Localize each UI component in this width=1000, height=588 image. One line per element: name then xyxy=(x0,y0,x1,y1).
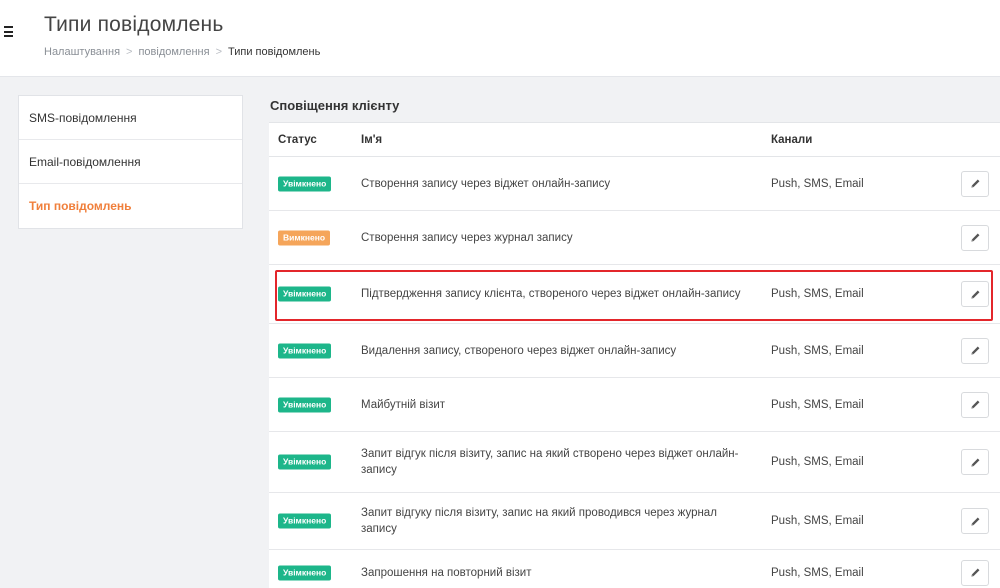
edit-button[interactable] xyxy=(961,224,989,251)
notification-name: Підтвердження запису клієнта, створеного… xyxy=(361,288,741,300)
breadcrumb-notifications[interactable]: повідомлення xyxy=(138,46,209,58)
table-row: Увімкнено Створення запису через віджет о… xyxy=(269,157,1000,211)
notification-channels: Push, SMS, Email xyxy=(771,515,864,527)
edit-button[interactable] xyxy=(961,337,989,364)
table-row: Увімкнено Запит відгук після візиту, запи… xyxy=(269,432,1000,493)
status-badge: Увімкнено xyxy=(278,176,332,191)
pencil-icon xyxy=(970,400,979,409)
table-row: Увімкнено Запрошення на повторний візит Pu… xyxy=(269,550,1000,588)
status-badge: Увімкнено xyxy=(278,513,332,529)
pencil-icon xyxy=(970,458,979,467)
section-title: Сповіщення клієнту xyxy=(270,98,400,113)
breadcrumb: Налаштування > повідомлення > Типи повідомле… xyxy=(44,46,320,58)
breadcrumb-current: Типи повідомлень xyxy=(228,46,321,58)
notification-channels: Push, SMS, Email xyxy=(771,177,864,190)
status-badge: Увімкнено xyxy=(278,397,332,412)
edit-button[interactable] xyxy=(961,559,989,586)
sidebar-item-email[interactable]: Email-повідомлення xyxy=(19,140,242,184)
hamburger-menu-icon[interactable] xyxy=(4,26,18,40)
pencil-icon xyxy=(970,517,979,526)
status-badge: Вимкнено xyxy=(278,230,331,245)
notification-name: Запрошення на повторний візит xyxy=(361,566,532,579)
page-header: Типи повідомлень Налаштування > повідомлен… xyxy=(0,0,1000,77)
edit-button[interactable] xyxy=(961,170,989,197)
sidebar-item-sms[interactable]: SMS-повідомлення xyxy=(19,96,242,140)
settings-sidebar: SMS-повідомлення Email-повідомлення Тип … xyxy=(18,95,243,229)
table-row: Увімкнено Підтвердження запису клієнта, с… xyxy=(269,265,1000,324)
table-row: Увімкнено Майбутній візит Push, SMS, Email xyxy=(269,378,1000,432)
notification-name: Створення запису через віджет онлайн-зап… xyxy=(361,177,611,190)
edit-button[interactable] xyxy=(961,508,989,534)
edit-button[interactable] xyxy=(961,281,989,307)
notification-channels: Push, SMS, Email xyxy=(771,288,864,300)
table-row: Увімкнено Запит відгуку після візиту, зап… xyxy=(269,493,1000,550)
notification-name: Майбутній візит xyxy=(361,398,446,411)
pencil-icon xyxy=(970,568,979,577)
notification-name: Видалення запису, створеного через відже… xyxy=(361,344,677,357)
edit-button[interactable] xyxy=(961,449,989,475)
column-header-channels: Канали xyxy=(771,134,813,146)
table-header: Статус Ім'я Канали xyxy=(269,123,1000,157)
notification-name: Запит відгуку після візиту, запис на яки… xyxy=(361,507,717,535)
pencil-icon xyxy=(970,290,979,299)
table-row: Увімкнено Видалення запису, створеного че… xyxy=(269,324,1000,378)
pencil-icon xyxy=(970,346,979,355)
status-badge: Увімкнено xyxy=(278,565,332,580)
page-title: Типи повідомлень xyxy=(44,13,224,36)
status-badge: Увімкнено xyxy=(278,286,332,302)
table-row: Вимкнено Створення запису через журнал за… xyxy=(269,211,1000,265)
notifications-table: Статус Ім'я Канали Увімкнено Створення за… xyxy=(269,122,1000,588)
pencil-icon xyxy=(970,179,979,188)
column-header-status: Статус xyxy=(278,134,317,146)
notification-name: Створення запису через журнал запису xyxy=(361,231,573,244)
notification-channels: Push, SMS, Email xyxy=(771,456,864,468)
table-body: Увімкнено Створення запису через віджет о… xyxy=(269,157,1000,588)
sidebar-item-notification-type[interactable]: Тип повідомлень xyxy=(19,184,242,228)
status-badge: Увімкнено xyxy=(278,343,332,358)
notification-channels: Push, SMS, Email xyxy=(771,344,864,357)
breadcrumb-separator: > xyxy=(126,46,133,58)
edit-button[interactable] xyxy=(961,391,989,418)
status-badge: Увімкнено xyxy=(278,454,332,470)
notification-channels: Push, SMS, Email xyxy=(771,566,864,579)
pencil-icon xyxy=(970,233,979,242)
notification-name: Запит відгук після візиту, запис на який… xyxy=(361,448,739,476)
notification-channels: Push, SMS, Email xyxy=(771,398,864,411)
breadcrumb-settings[interactable]: Налаштування xyxy=(44,46,120,58)
breadcrumb-separator: > xyxy=(215,46,223,58)
column-header-name: Ім'я xyxy=(361,134,383,146)
